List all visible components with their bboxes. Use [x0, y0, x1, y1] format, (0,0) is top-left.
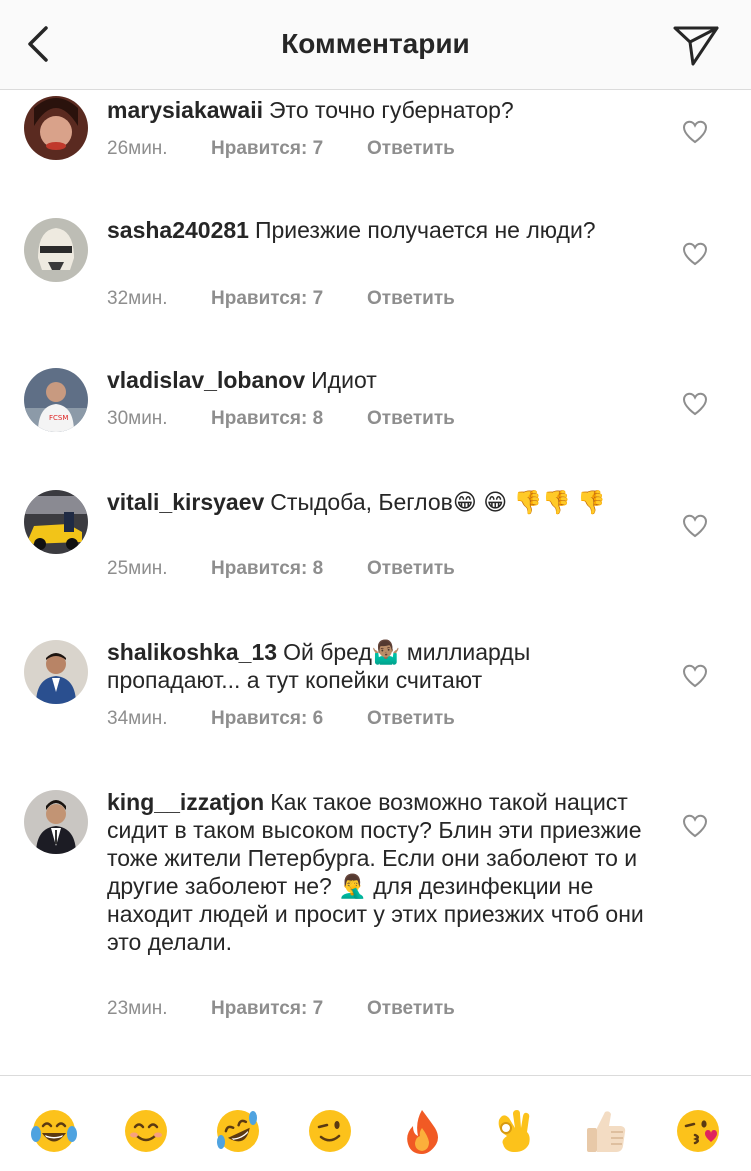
svg-text:FCSM: FCSM: [49, 414, 68, 422]
comment-meta: 32мин. Нравится: 7 Ответить: [107, 288, 455, 310]
comment-likes[interactable]: Нравится: 8: [211, 558, 367, 580]
comment-time: 32мин.: [107, 288, 168, 309]
reply-button[interactable]: Ответить: [367, 708, 455, 730]
comment-likes[interactable]: Нравится: 7: [211, 998, 367, 1020]
comment-time: 25мин.: [107, 558, 168, 579]
comment-username[interactable]: vladislav_lobanov: [107, 367, 305, 393]
winking-emoji-icon[interactable]: [305, 1106, 355, 1156]
reply-button[interactable]: Ответить: [367, 408, 455, 430]
page-title: Комментарии: [281, 28, 470, 59]
comment-time: 30мин.: [107, 408, 168, 429]
comment-body: Это точно губернатор?: [269, 97, 514, 123]
comment-meta: 25мин. Нравится: 8 Ответить: [107, 558, 455, 580]
comment-likes[interactable]: Нравится: 6: [211, 708, 367, 730]
reply-button[interactable]: Ответить: [367, 558, 455, 580]
reply-button[interactable]: Ответить: [367, 138, 455, 160]
heart-icon[interactable]: [682, 120, 708, 144]
heart-icon[interactable]: [682, 392, 708, 416]
comment-body: Идиот: [311, 367, 377, 393]
comment-body: Приезжие получается не люди?: [254, 217, 596, 243]
comment-likes[interactable]: Нравится: 7: [211, 288, 367, 310]
comment-time: 23мин.: [107, 998, 168, 1019]
comment-time: 34мин.: [107, 708, 168, 729]
comment-likes[interactable]: Нравится: 8: [211, 408, 367, 430]
comment-username[interactable]: shalikoshka_13: [107, 639, 277, 665]
comment-username[interactable]: king__izzatjon: [107, 789, 264, 815]
avatar[interactable]: [24, 218, 88, 282]
thumbs-up-emoji-icon[interactable]: [581, 1106, 631, 1156]
comment-meta: 26мин. Нравится: 7 Ответить: [107, 138, 455, 160]
comment-text: marysiakawaii Это точно губернатор?: [107, 96, 647, 124]
header-bar: Комментарии: [0, 0, 751, 90]
heart-icon[interactable]: [682, 814, 708, 838]
comment-likes[interactable]: Нравится: 7: [211, 138, 367, 160]
reply-button[interactable]: Ответить: [367, 998, 455, 1020]
rolling-laughing-emoji-icon[interactable]: [213, 1106, 263, 1156]
heart-icon[interactable]: [682, 242, 708, 266]
avatar[interactable]: [24, 96, 88, 160]
comment-text: vitali_kirsyaev Стыдоба, Беглов😁 😁 👎👎 👎: [107, 488, 647, 516]
tears-of-joy-emoji-icon[interactable]: [29, 1106, 79, 1156]
kiss-emoji-icon[interactable]: [673, 1106, 723, 1156]
comment-text: king__izzatjon Как такое возможно такой н…: [107, 788, 647, 956]
comment-text: shalikoshka_13 Ой бред🤷🏽‍♂️ миллиарды про…: [107, 638, 647, 694]
reply-button[interactable]: Ответить: [367, 288, 455, 310]
fire-emoji-icon[interactable]: [397, 1106, 447, 1156]
avatar[interactable]: [24, 790, 88, 854]
avatar[interactable]: [24, 490, 88, 554]
avatar[interactable]: [24, 640, 88, 704]
heart-icon[interactable]: [682, 514, 708, 538]
comment-text: sasha240281 Приезжие получается не люди?: [107, 216, 647, 244]
direct-share-icon[interactable]: [671, 20, 721, 70]
comment-username[interactable]: sasha240281: [107, 217, 249, 243]
comment-meta: 23мин. Нравится: 7 Ответить: [107, 998, 455, 1020]
comment-meta: 34мин. Нравится: 6 Ответить: [107, 708, 455, 730]
comment-time: 26мин.: [107, 138, 168, 159]
smiling-emoji-icon[interactable]: [121, 1106, 171, 1156]
comment-meta: 30мин. Нравится: 8 Ответить: [107, 408, 455, 430]
emoji-quick-bar: [0, 1075, 751, 1171]
avatar[interactable]: FCSM: [24, 368, 88, 432]
comment-username[interactable]: vitali_kirsyaev: [107, 489, 264, 515]
heart-icon[interactable]: [682, 664, 708, 688]
comment-body: Стыдоба, Беглов😁 😁 👎👎 👎: [270, 489, 606, 515]
comment-text: vladislav_lobanov Идиот: [107, 366, 647, 394]
comment-username[interactable]: marysiakawaii: [107, 97, 263, 123]
ok-hand-emoji-icon[interactable]: [489, 1106, 539, 1156]
